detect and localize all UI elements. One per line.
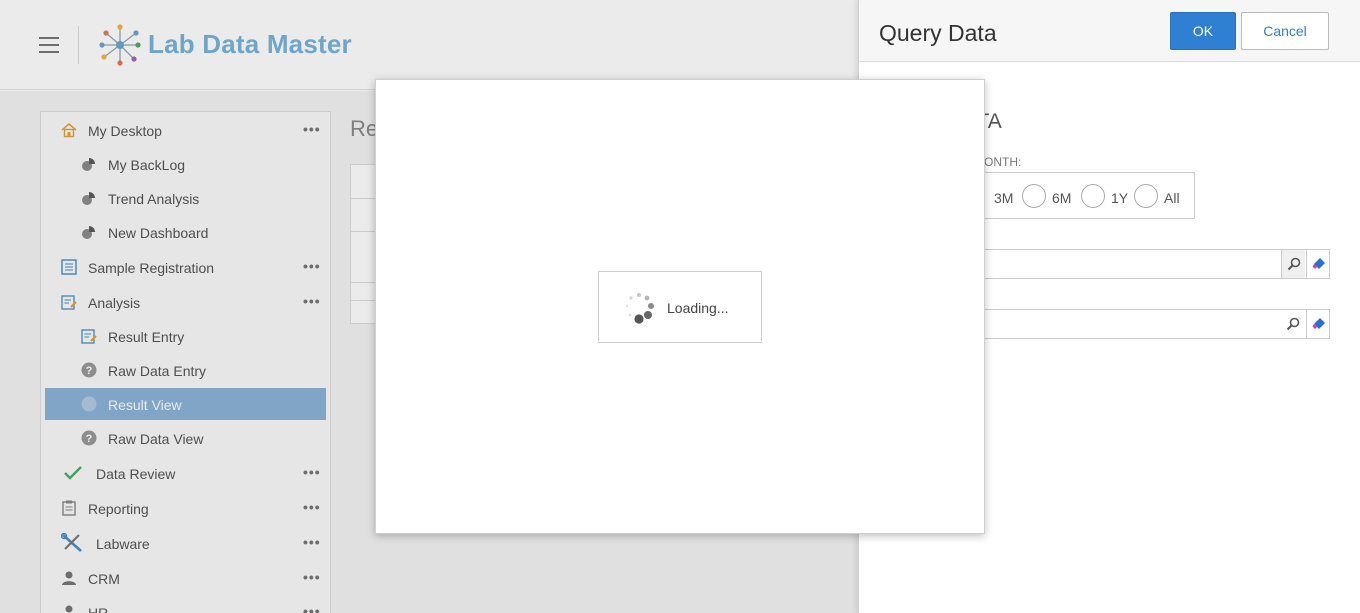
period-option-6m[interactable]: 6M <box>1022 184 1082 208</box>
radio-button[interactable] <box>1081 184 1105 208</box>
period-label: 3M <box>994 190 1014 206</box>
eraser-icon[interactable] <box>1306 250 1330 278</box>
loading-indicator: Loading... <box>598 271 762 343</box>
period-label: 6M <box>1052 190 1072 206</box>
loading-dialog: Loading... <box>375 79 985 534</box>
period-option-3m[interactable]: 3M <box>994 184 1018 208</box>
search-icon[interactable] <box>1281 250 1305 278</box>
period-option-all[interactable]: All <box>1134 184 1190 208</box>
lookup-field-1 <box>939 249 1330 279</box>
radio-button[interactable] <box>1022 184 1046 208</box>
month-label: ONTH: <box>984 155 1022 169</box>
panel-title: Query Data <box>879 20 997 46</box>
search-icon[interactable] <box>1281 310 1305 338</box>
lookup-field-2 <box>939 309 1330 339</box>
panel-header: Query Data OK Cancel <box>859 0 1360 62</box>
period-label: All <box>1164 190 1180 206</box>
loading-text: Loading... <box>667 300 729 316</box>
spinner-icon <box>625 293 654 324</box>
eraser-icon[interactable] <box>1306 310 1330 338</box>
period-option-1y[interactable]: 1Y <box>1081 184 1135 208</box>
lookup-input-2[interactable] <box>940 310 1280 338</box>
period-label: 1Y <box>1111 190 1129 206</box>
ok-button[interactable]: OK <box>1170 12 1236 50</box>
cancel-button[interactable]: Cancel <box>1241 12 1329 50</box>
radio-button[interactable] <box>1134 184 1158 208</box>
lookup-input-1[interactable] <box>940 250 1280 278</box>
